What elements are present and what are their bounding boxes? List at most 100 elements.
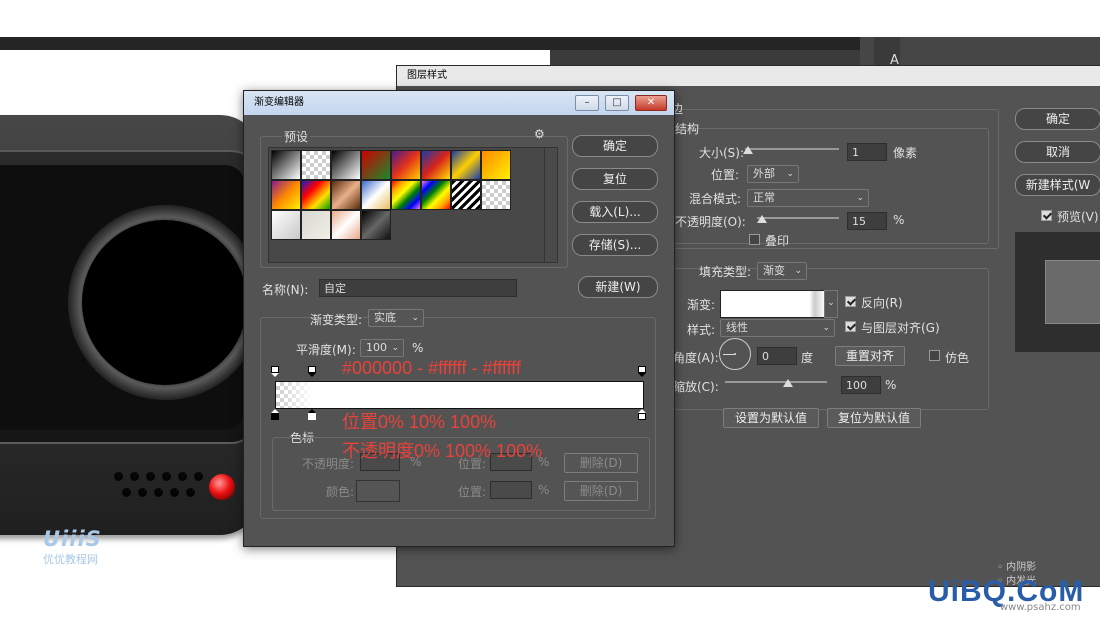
opacity-slider[interactable] — [757, 217, 839, 219]
overprint-checkbox[interactable] — [749, 234, 760, 245]
scale-label: 缩放(C): — [673, 380, 719, 394]
scale-slider-handle[interactable] — [783, 379, 793, 387]
maximize-icon: □ — [612, 97, 622, 108]
opacity-stop[interactable] — [638, 366, 646, 377]
chevron-down-icon: ⌄ — [794, 266, 802, 276]
camera-lens — [82, 220, 247, 385]
style-preview-swatch — [1045, 260, 1100, 324]
size-slider-handle[interactable] — [743, 146, 753, 154]
size-slider[interactable] — [745, 148, 839, 150]
align-with-layer-checkbox[interactable] — [845, 321, 856, 332]
presets-scrollbar[interactable] — [544, 147, 558, 263]
style-list-item-inner-shadow[interactable]: ◦ 内阴影 — [997, 558, 1036, 573]
angle-dial-needle — [723, 354, 735, 355]
opacity-unit: % — [893, 213, 905, 227]
brand-logo-text: UiiiS — [43, 527, 102, 551]
blend-mode-select[interactable]: 正常 ⌄ — [747, 189, 869, 207]
preset-swatch[interactable] — [331, 180, 361, 210]
preset-swatch[interactable] — [361, 180, 391, 210]
close-button[interactable]: ✕ — [635, 95, 667, 111]
fill-type-select[interactable]: 渐变 ⌄ — [757, 262, 807, 280]
preset-swatch[interactable] — [481, 180, 511, 210]
preset-swatch[interactable] — [331, 150, 361, 180]
opacity-label: 不透明度(O): — [675, 215, 746, 229]
new-style-button[interactable]: 新建样式(W — [1015, 174, 1100, 196]
preset-swatch[interactable] — [331, 210, 361, 240]
name-input[interactable]: 自定 — [319, 279, 517, 297]
ok-button[interactable]: 确定 — [1015, 108, 1100, 130]
preset-swatch[interactable] — [451, 180, 481, 210]
preset-swatch[interactable] — [391, 180, 421, 210]
name-label: 名称(N): — [262, 283, 309, 297]
color-stop[interactable] — [638, 409, 646, 420]
color-stop[interactable] — [307, 409, 316, 420]
position-label: 位置: — [711, 168, 740, 182]
preset-swatch[interactable] — [271, 180, 301, 210]
gradient-bar[interactable] — [275, 381, 644, 409]
ok-button[interactable]: 确定 — [572, 135, 658, 157]
load-button[interactable]: 载入(L)... — [572, 201, 658, 223]
speaker-grille — [110, 470, 210, 500]
preset-swatch[interactable] — [271, 210, 301, 240]
gradient-preview[interactable] — [720, 290, 826, 318]
preset-swatch[interactable] — [391, 150, 421, 180]
preset-swatch[interactable] — [271, 150, 301, 180]
scale-input[interactable]: 100 — [841, 376, 881, 394]
gear-icon[interactable]: ⚙ — [534, 127, 545, 141]
stop-color-label: 颜色: — [326, 485, 355, 499]
reset-alignment-button[interactable]: 重置对齐 — [835, 346, 905, 366]
delete-opacity-stop-button[interactable]: 删除(D) — [564, 453, 638, 473]
opacity-stop[interactable] — [271, 366, 279, 377]
preview-checkbox[interactable] — [1041, 210, 1052, 221]
stop-color-swatch[interactable] — [356, 480, 400, 502]
smoothness-select[interactable]: 100 ⌄ — [360, 339, 404, 357]
preset-swatch[interactable] — [481, 150, 511, 180]
position-select[interactable]: 外部 ⌄ — [747, 165, 799, 183]
preset-swatch[interactable] — [361, 210, 391, 240]
minimize-button[interactable]: – — [575, 95, 599, 111]
set-default-button[interactable]: 设置为默认值 — [723, 408, 819, 428]
save-button[interactable]: 存储(S)... — [572, 234, 658, 256]
size-input[interactable]: 1 — [847, 143, 887, 161]
delete-color-stop-button[interactable]: 删除(D) — [564, 481, 638, 501]
preset-swatch[interactable] — [451, 150, 481, 180]
scale-unit: % — [885, 378, 897, 392]
stop-color-position-unit: % — [538, 483, 550, 497]
size-label: 大小(S): — [699, 146, 745, 160]
presets-label: 预设 — [282, 128, 311, 145]
preset-swatch[interactable] — [301, 180, 331, 210]
new-button[interactable]: 新建(W) — [578, 276, 658, 298]
gradient-dropdown[interactable]: ⌄ — [824, 290, 838, 318]
scale-slider[interactable] — [725, 381, 827, 383]
reset-button[interactable]: 复位 — [572, 168, 658, 190]
cancel-button[interactable]: 取消 — [1015, 141, 1100, 163]
gradient-type-select[interactable]: 实底 ⌄ — [368, 309, 424, 327]
site-url: www.psahz.com — [1000, 602, 1081, 613]
brand-name-text: 优优教程网 — [43, 553, 98, 566]
color-stop[interactable] — [271, 409, 279, 420]
fill-type-value: 渐变 — [763, 264, 785, 277]
stop-color-position-input[interactable] — [490, 481, 532, 499]
angle-input[interactable]: 0 — [757, 347, 797, 365]
size-unit: 像素 — [893, 146, 918, 160]
preset-swatch[interactable] — [301, 150, 331, 180]
maximize-button[interactable]: □ — [605, 95, 629, 111]
style-select[interactable]: 线性 ⌄ — [720, 319, 835, 337]
chevron-down-icon: ⌄ — [822, 323, 830, 333]
annotation-positions: 位置0% 10% 100% — [342, 412, 497, 432]
opacity-stop[interactable] — [307, 366, 316, 377]
reverse-checkbox[interactable] — [845, 296, 856, 307]
gradient-label: 渐变: — [687, 298, 716, 312]
dither-checkbox[interactable] — [929, 350, 940, 361]
preset-swatch[interactable] — [421, 180, 451, 210]
blend-mode-label: 混合模式: — [689, 192, 742, 206]
style-label: 样式: — [687, 323, 716, 337]
opacity-slider-handle[interactable] — [757, 215, 767, 223]
preset-swatch[interactable] — [361, 150, 391, 180]
reset-default-button[interactable]: 复位为默认值 — [827, 408, 921, 428]
opacity-input[interactable]: 15 — [847, 212, 887, 230]
angle-dial[interactable] — [719, 338, 751, 370]
gradient-type-label: 渐变类型: — [310, 313, 363, 327]
preset-swatch[interactable] — [301, 210, 331, 240]
preset-swatch[interactable] — [421, 150, 451, 180]
